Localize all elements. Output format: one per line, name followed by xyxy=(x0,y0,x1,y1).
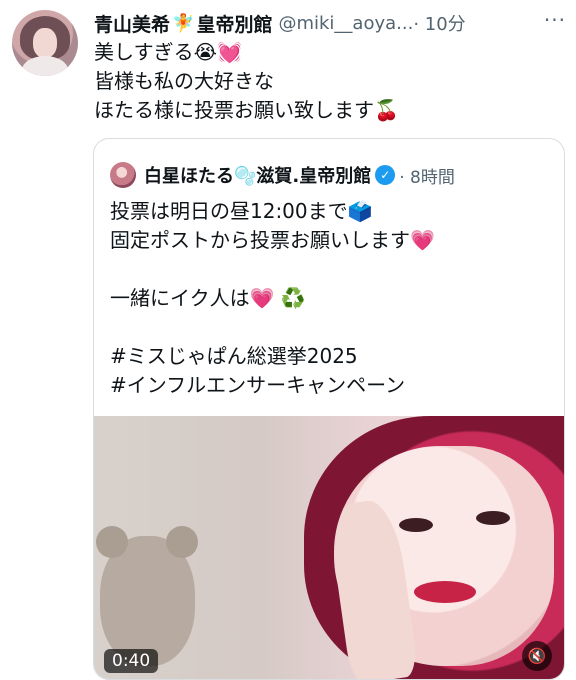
tweet-line: 美しすぎる😭💓 xyxy=(94,40,242,64)
quoted-line: 投票は明日の昼12:00まで🗳️ xyxy=(110,199,373,223)
mute-icon[interactable]: 🔇 xyxy=(522,641,552,671)
quoted-line xyxy=(110,313,554,342)
avatar-face xyxy=(33,28,57,58)
tweet-header: 青山美希 🧚 皇帝別館 @miki__aoya... · 10分 ··· xyxy=(94,8,566,38)
fairy-emoji-icon: 🧚 xyxy=(172,12,195,34)
eye-shape xyxy=(399,518,433,532)
quoted-author-name[interactable]: 白星ほたる🫧滋賀.皇帝別館 xyxy=(144,162,371,188)
video-thumbnail[interactable]: 0:40 🔇 xyxy=(94,416,564,679)
quoted-header: 白星ほたる🫧滋賀.皇帝別館 ✓ · 8時間 xyxy=(110,161,455,189)
tweet-line: 皆様も私の大好きな xyxy=(94,69,274,93)
quoted-time[interactable]: · 8時間 xyxy=(399,163,455,188)
quoted-line xyxy=(110,255,554,284)
quoted-line: 固定ポストから投票お願いします💗 xyxy=(110,228,435,252)
quoted-text: 投票は明日の昼12:00まで🗳️ 固定ポストから投票お願いします💗 一緒にイク人… xyxy=(110,197,554,400)
quoted-tweet-card[interactable]: 白星ほたる🫧滋賀.皇帝別館 ✓ · 8時間 投票は明日の昼12:00まで🗳️ 固… xyxy=(93,138,565,680)
tweet-time[interactable]: · 10分 xyxy=(413,10,465,36)
more-options-icon[interactable]: ··· xyxy=(544,8,566,32)
tweet-text: 美しすぎる😭💓 皆様も私の大好きな ほたる様に投票お願い致します🍒 xyxy=(94,38,566,125)
eye-shape xyxy=(476,511,510,525)
hashtag-line[interactable]: #インフルエンサーキャンペーン xyxy=(110,371,554,400)
author-tag[interactable]: 皇帝別館 xyxy=(196,10,272,37)
author-avatar[interactable] xyxy=(12,10,78,76)
tweet-line: ほたる様に投票お願い致します🍒 xyxy=(94,98,399,122)
verified-badge-icon: ✓ xyxy=(375,165,396,185)
hashtag-line[interactable]: #ミスじゃぱん総選挙2025 xyxy=(110,342,554,371)
quoted-line: 一緒にイク人は💗 ♻️ xyxy=(110,286,306,310)
teddy-ear xyxy=(96,526,128,558)
quoted-avatar[interactable] xyxy=(110,162,136,188)
teddy-ear xyxy=(166,526,198,558)
video-duration: 0:40 xyxy=(104,649,159,673)
avatar-dress xyxy=(22,56,68,76)
author-name[interactable]: 青山美希 xyxy=(94,10,170,37)
author-handle[interactable]: @miki__aoya... xyxy=(278,13,413,34)
lips-shape xyxy=(414,581,476,603)
